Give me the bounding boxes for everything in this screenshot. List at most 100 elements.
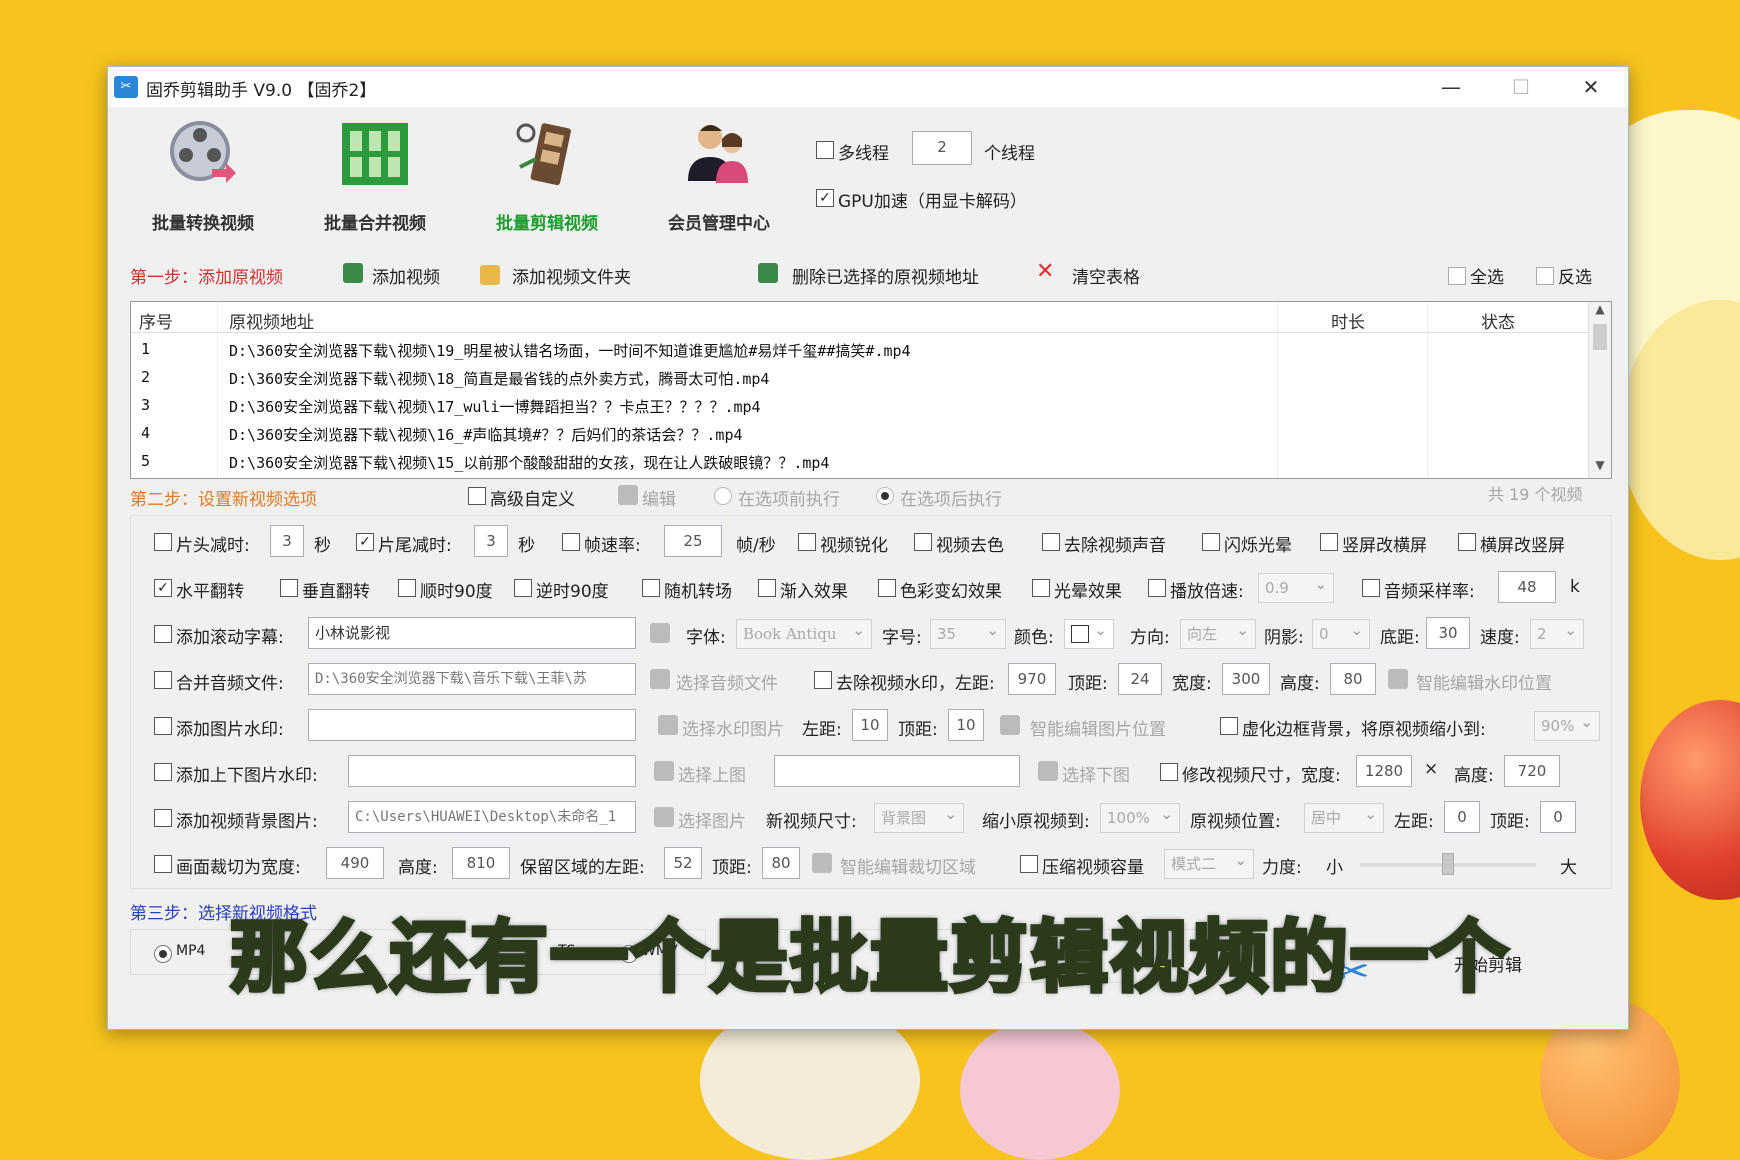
scroll-up-icon[interactable]: ▲ (1592, 302, 1608, 320)
sample-checkbox[interactable] (1362, 579, 1380, 597)
merge-videos-button[interactable]: 批量合并视频 (300, 117, 450, 237)
resize-height-input[interactable]: 720 (1504, 755, 1560, 787)
blur-bg-checkbox[interactable] (1220, 717, 1238, 735)
head-cut-input[interactable]: 3 (270, 525, 304, 557)
add-folder-button[interactable]: 添加视频文件夹 (512, 263, 631, 288)
table-scrollbar[interactable]: ▲ ▼ (1588, 302, 1611, 478)
speed-checkbox[interactable] (1148, 579, 1166, 597)
fps-input[interactable]: 25 (664, 525, 722, 557)
column-header[interactable]: 原视频地址 (229, 308, 314, 333)
scroll-speed-select[interactable]: 2 (1530, 619, 1584, 649)
image-watermark-checkbox[interactable] (154, 717, 172, 735)
smart-watermark-button[interactable]: 智能编辑水印位置 (1416, 669, 1552, 694)
fade-checkbox[interactable] (758, 579, 776, 597)
watermark-height-input[interactable]: 80 (1330, 663, 1376, 695)
convert-videos-button[interactable]: 批量转换视频 (128, 117, 278, 237)
tail-cut-checkbox[interactable]: ✓ (356, 533, 374, 551)
decolor-checkbox[interactable] (914, 533, 932, 551)
orig-position-select[interactable]: 居中 (1304, 803, 1384, 833)
position-left-input[interactable]: 0 (1444, 801, 1480, 833)
size-select[interactable]: 35 (930, 619, 1006, 649)
remove-watermark-checkbox[interactable] (814, 671, 832, 689)
new-size-select[interactable]: 背景图 (874, 803, 964, 833)
bottom-input[interactable]: 30 (1426, 617, 1470, 649)
watermark-top-input[interactable]: 24 (1118, 663, 1162, 695)
flash-checkbox[interactable] (1202, 533, 1220, 551)
select-all-checkbox[interactable] (1448, 267, 1466, 285)
image-top-input[interactable]: 10 (948, 709, 984, 741)
watermark-left-input[interactable]: 970 (1008, 663, 1056, 695)
column-header[interactable]: 序号 (139, 308, 173, 333)
merge-audio-checkbox[interactable] (154, 671, 172, 689)
light-fx-checkbox[interactable] (1032, 579, 1050, 597)
random-trans-checkbox[interactable] (642, 579, 660, 597)
resize-checkbox[interactable] (1160, 763, 1178, 781)
image-watermark-input[interactable] (308, 709, 636, 741)
blur-scale-select[interactable]: 90% (1534, 711, 1600, 741)
top-bottom-watermark-checkbox[interactable] (154, 763, 172, 781)
scroll-text-input[interactable]: 小林说影视 (308, 617, 636, 649)
choose-bg-image-button[interactable]: 选择图片 (678, 807, 746, 832)
shadow-select[interactable]: 0 (1312, 619, 1370, 649)
ccw90-checkbox[interactable] (514, 579, 532, 597)
keep-top-input[interactable]: 80 (762, 847, 800, 879)
compress-mode-select[interactable]: 模式二 (1164, 849, 1254, 879)
tail-cut-input[interactable]: 3 (474, 525, 508, 557)
bottom-image-input[interactable] (774, 755, 1020, 787)
v2h-checkbox[interactable] (1320, 533, 1338, 551)
multithread-checkbox[interactable] (816, 141, 834, 159)
invert-checkbox[interactable] (1536, 267, 1554, 285)
top-image-input[interactable] (348, 755, 636, 787)
column-header[interactable]: 时长 (1331, 308, 1365, 333)
choose-audio-button[interactable]: 选择音频文件 (676, 669, 778, 694)
h2v-checkbox[interactable] (1458, 533, 1476, 551)
sharpen-checkbox[interactable] (798, 533, 816, 551)
direction-select[interactable]: 向左 (1180, 619, 1256, 649)
crop-height-input[interactable]: 810 (452, 847, 510, 879)
after-radio[interactable] (876, 487, 894, 505)
choose-watermark-image-button[interactable]: 选择水印图片 (682, 715, 784, 740)
force-slider-thumb[interactable] (1442, 853, 1454, 875)
cw90-checkbox[interactable] (398, 579, 416, 597)
smart-crop-button[interactable]: 智能编辑裁切区域 (840, 853, 976, 878)
font-select[interactable]: Book Antiqu (736, 619, 872, 649)
scroll-text-checkbox[interactable] (154, 625, 172, 643)
compress-checkbox[interactable] (1020, 855, 1038, 873)
before-radio[interactable] (714, 487, 732, 505)
color-fx-checkbox[interactable] (878, 579, 896, 597)
thread-count-input[interactable]: 2 (912, 131, 972, 165)
delete-selected-button[interactable]: 删除已选择的原视频地址 (792, 263, 979, 288)
shrink-select[interactable]: 100% (1100, 803, 1180, 833)
maximize-button[interactable]: ☐ (1498, 73, 1544, 101)
color-select[interactable] (1064, 619, 1114, 649)
crop-width-input[interactable]: 490 (326, 847, 384, 879)
gpu-checkbox[interactable]: ✓ (816, 189, 834, 207)
image-left-input[interactable]: 10 (852, 709, 888, 741)
column-header[interactable]: 状态 (1481, 308, 1515, 333)
speed-select[interactable]: 0.9 (1258, 573, 1334, 603)
member-center-button[interactable]: 会员管理中心 (644, 117, 794, 237)
audio-path-input[interactable]: D:\360安全浏览器下载\音乐下载\王菲\苏 (308, 663, 636, 695)
watermark-width-input[interactable]: 300 (1222, 663, 1270, 695)
scroll-thumb[interactable] (1593, 324, 1607, 350)
position-top-input[interactable]: 0 (1540, 801, 1576, 833)
bg-image-path-input[interactable]: C:\Users\HUAWEI\Desktop\未命名_1 (348, 801, 636, 833)
bg-image-checkbox[interactable] (154, 809, 172, 827)
clear-table-button[interactable]: 清空表格 (1072, 263, 1140, 288)
minimize-button[interactable]: — (1428, 73, 1474, 101)
resize-width-input[interactable]: 1280 (1356, 755, 1412, 787)
keep-left-input[interactable]: 52 (664, 847, 702, 879)
mute-checkbox[interactable] (1042, 533, 1060, 551)
edit-button[interactable]: 编辑 (642, 485, 676, 510)
add-video-button[interactable]: 添加视频 (372, 263, 440, 288)
vflip-checkbox[interactable] (280, 579, 298, 597)
text-edit-icon[interactable] (650, 623, 670, 643)
sample-input[interactable]: 48 (1498, 571, 1556, 603)
smart-image-button[interactable]: 智能编辑图片位置 (1030, 715, 1166, 740)
edit-videos-button[interactable]: 批量剪辑视频 (472, 117, 622, 237)
advanced-checkbox[interactable] (468, 487, 486, 505)
head-cut-checkbox[interactable] (154, 533, 172, 551)
crop-checkbox[interactable] (154, 855, 172, 873)
choose-bottom-image-button[interactable]: 选择下图 (1062, 761, 1130, 786)
choose-top-image-button[interactable]: 选择上图 (678, 761, 746, 786)
